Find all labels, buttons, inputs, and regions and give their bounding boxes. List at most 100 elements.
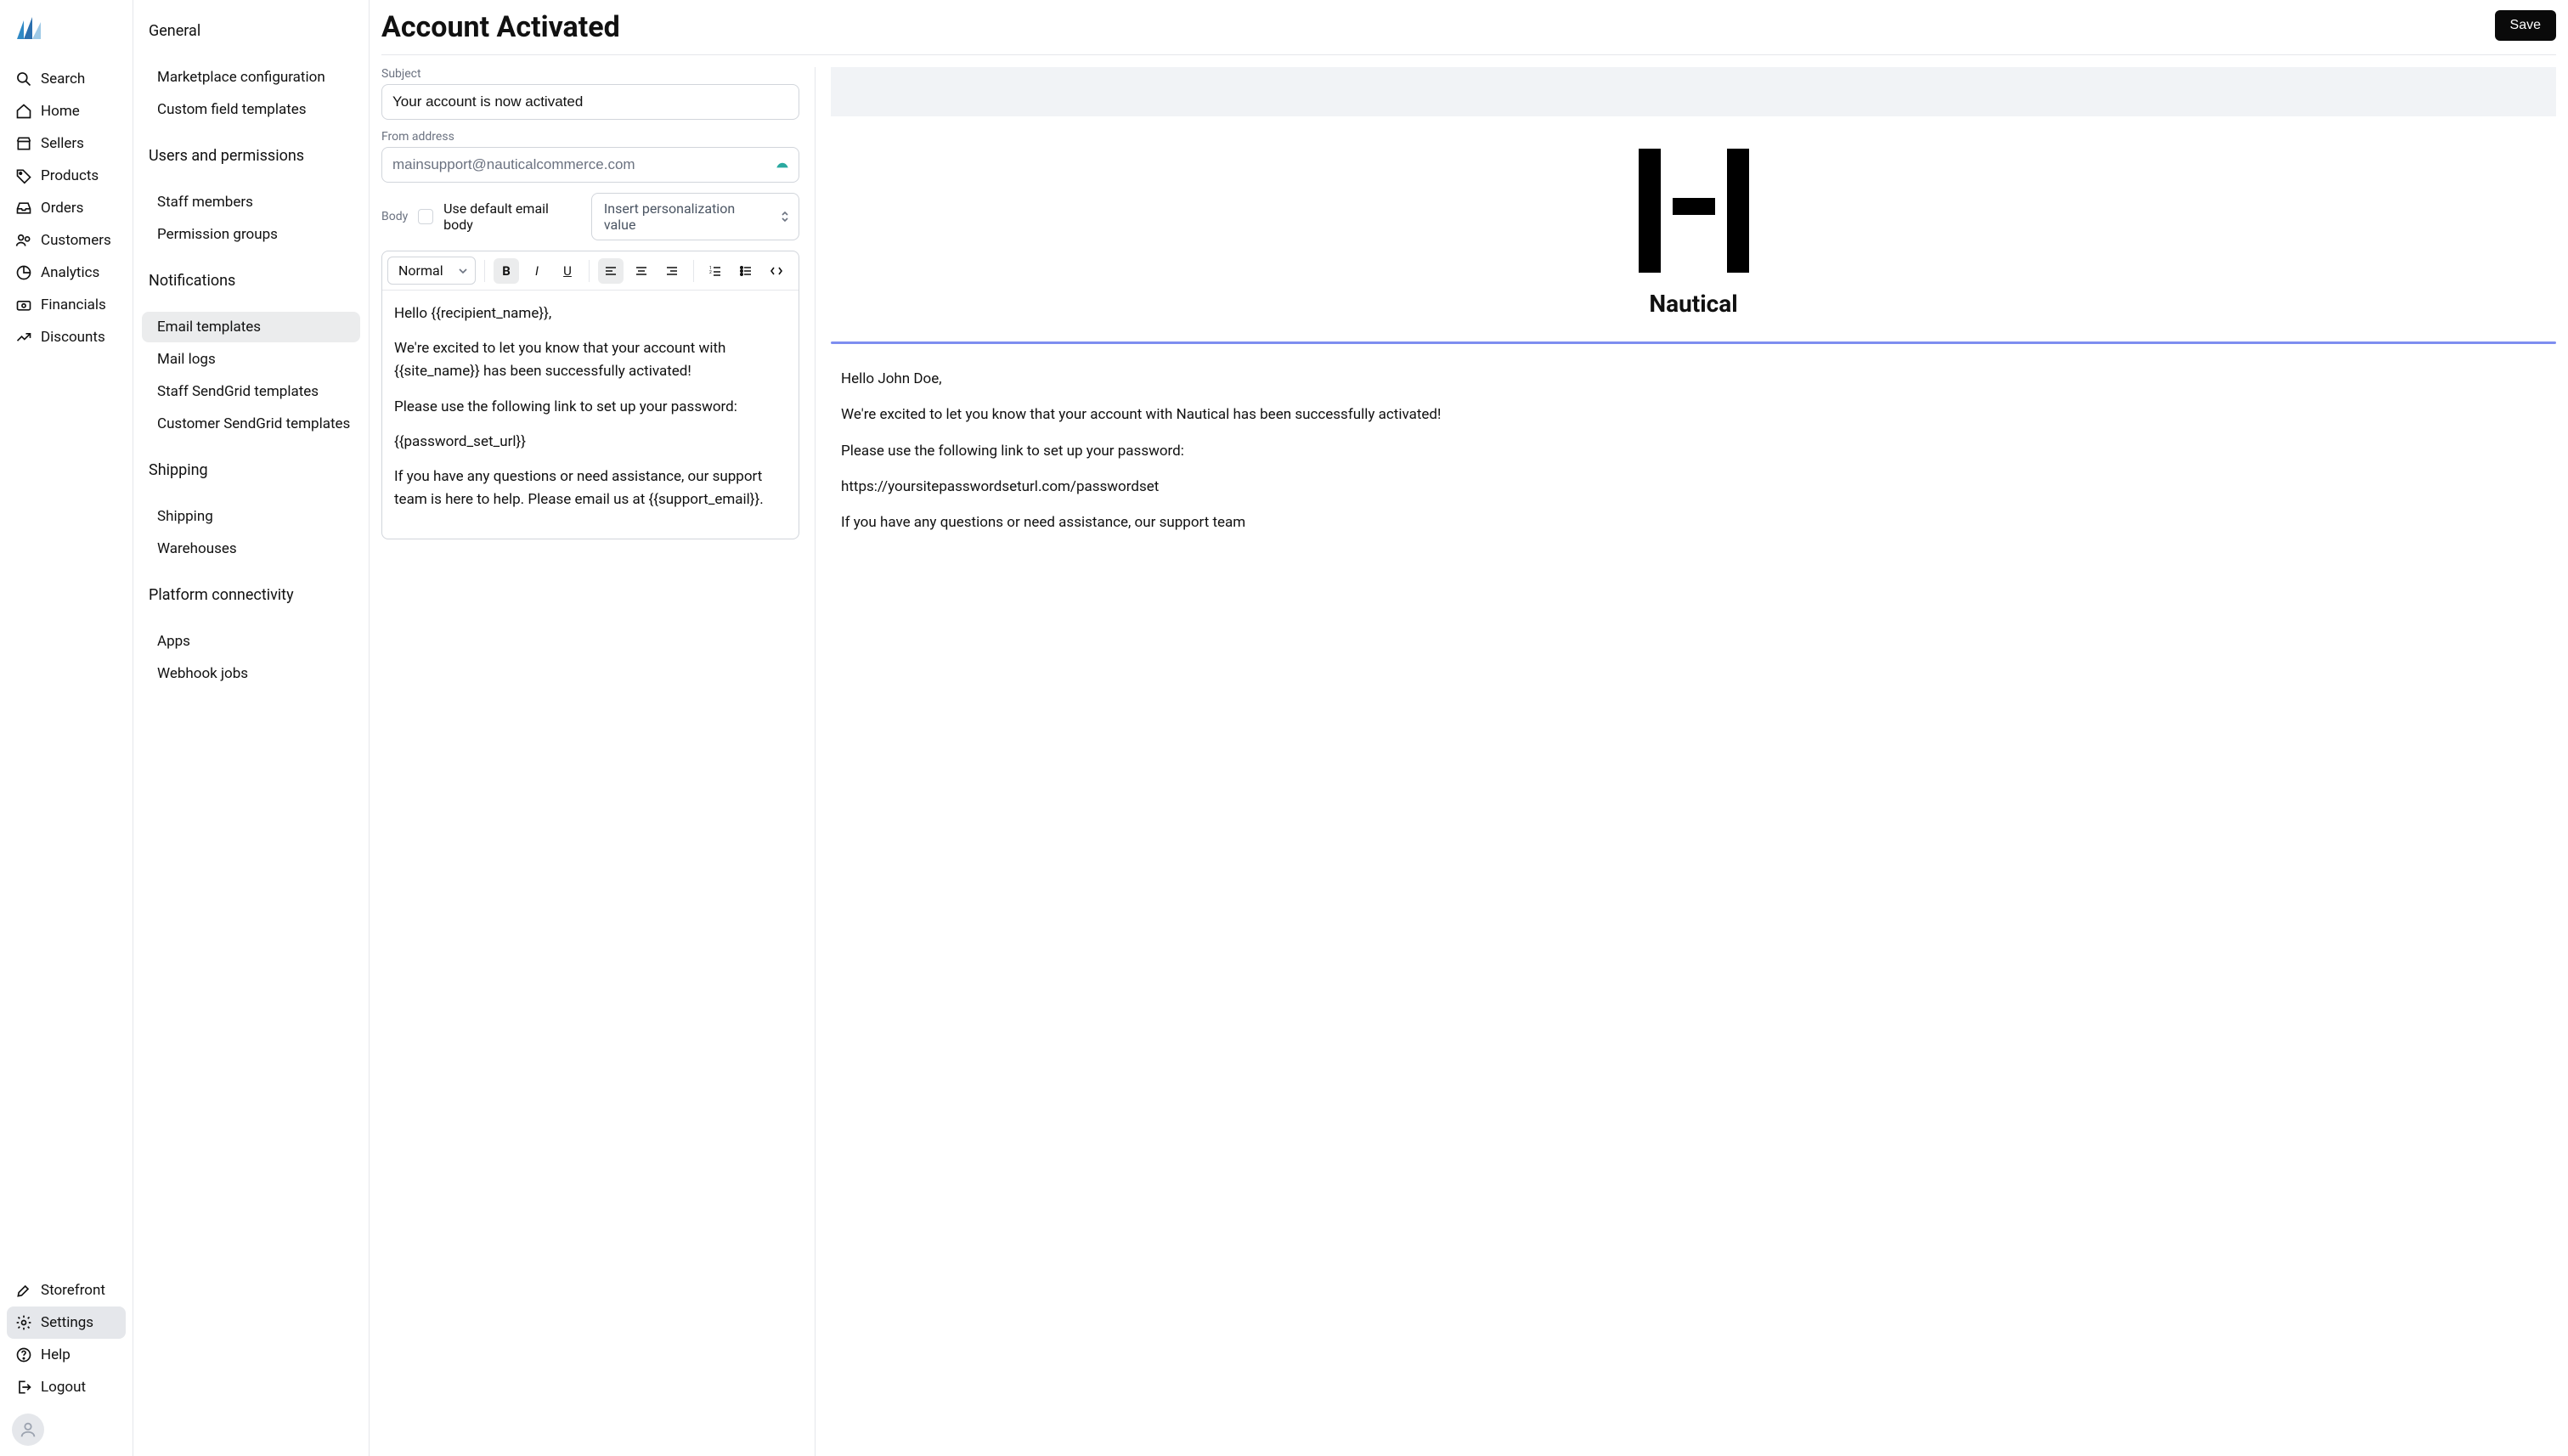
preview-paragraph: We're excited to let you know that your … <box>841 404 2546 426</box>
settings-item-staff-members[interactable]: Staff members <box>142 187 360 217</box>
preview-logo <box>1639 149 1749 273</box>
nav-help[interactable]: Help <box>7 1339 126 1371</box>
align-left-button[interactable] <box>598 258 624 284</box>
settings-group-label: Notifications <box>142 267 360 295</box>
use-default-checkbox[interactable] <box>418 209 433 224</box>
settings-nav: General Marketplace configuration Custom… <box>133 0 370 1456</box>
settings-group-label: Platform connectivity <box>142 581 360 609</box>
app-logo <box>12 14 46 48</box>
format-select[interactable]: Normal <box>387 257 476 285</box>
home-icon <box>15 103 32 120</box>
nav-settings[interactable]: Settings <box>7 1306 126 1339</box>
email-preview: Nautical Hello John Doe, We're excited t… <box>831 67 2556 548</box>
page-header: Account Activated Save <box>381 10 2556 55</box>
settings-item-permission-groups[interactable]: Permission groups <box>142 219 360 250</box>
rich-text-editor: Normal B I U 12 Hell <box>381 251 799 539</box>
nav-analytics[interactable]: Analytics <box>7 257 126 289</box>
nav-label: Orders <box>41 200 83 217</box>
nav-financials[interactable]: Financials <box>7 289 126 321</box>
editor-paragraph: {{password_set_url}} <box>394 431 787 454</box>
chevron-updown-icon <box>780 211 790 223</box>
nav-orders[interactable]: Orders <box>7 192 126 224</box>
use-default-label: Use default email body <box>443 200 581 233</box>
search-icon <box>15 71 32 87</box>
settings-item-webhook-jobs[interactable]: Webhook jobs <box>142 658 360 689</box>
logout-icon <box>15 1379 32 1396</box>
editor-paragraph: We're excited to let you know that your … <box>394 337 787 383</box>
personalization-label: Insert personalization value <box>604 200 735 233</box>
bold-button[interactable]: B <box>494 258 519 284</box>
preview-paragraph: https://yoursitepasswordseturl.com/passw… <box>841 476 2546 498</box>
gear-icon <box>15 1314 32 1331</box>
nav-storefront[interactable]: Storefront <box>7 1274 126 1306</box>
nav-label: Financials <box>41 296 106 313</box>
settings-item-customer-sendgrid[interactable]: Customer SendGrid templates <box>142 409 360 439</box>
settings-item-custom-field-templates[interactable]: Custom field templates <box>142 94 360 125</box>
nav-products[interactable]: Products <box>7 160 126 192</box>
align-right-button[interactable] <box>659 258 685 284</box>
preview-topbar <box>831 67 2556 116</box>
trend-icon <box>15 329 32 346</box>
nav-discounts[interactable]: Discounts <box>7 321 126 353</box>
settings-item-apps[interactable]: Apps <box>142 626 360 657</box>
settings-item-shipping[interactable]: Shipping <box>142 501 360 532</box>
users-icon <box>15 232 32 249</box>
nav-search[interactable]: Search <box>7 63 126 95</box>
preview-paragraph: If you have any questions or need assist… <box>841 511 2546 533</box>
settings-item-email-templates[interactable]: Email templates <box>142 312 360 342</box>
preview-column: Nautical Hello John Doe, We're excited t… <box>815 67 2556 1456</box>
editor-paragraph: Hello {{recipient_name}}, <box>394 302 787 325</box>
primary-nav: Search Home Sellers Products Orders Cust… <box>0 0 133 1456</box>
chevron-down-icon <box>458 266 468 276</box>
editor-body[interactable]: Hello {{recipient_name}}, We're excited … <box>382 291 799 539</box>
nav-label: Home <box>41 103 80 120</box>
nav-customers[interactable]: Customers <box>7 224 126 257</box>
settings-item-marketplace-config[interactable]: Marketplace configuration <box>142 62 360 93</box>
password-manager-icon <box>774 156 791 173</box>
from-input[interactable] <box>381 147 799 183</box>
settings-group-label: Shipping <box>142 456 360 484</box>
ordered-list-button[interactable]: 12 <box>703 258 728 284</box>
settings-group-label: Users and permissions <box>142 142 360 170</box>
chart-icon <box>15 264 32 281</box>
from-label: From address <box>381 130 799 144</box>
nav-sellers[interactable]: Sellers <box>7 127 126 160</box>
nav-label: Sellers <box>41 135 84 152</box>
inbox-icon <box>15 200 32 217</box>
subject-label: Subject <box>381 67 799 81</box>
nav-home[interactable]: Home <box>7 95 126 127</box>
code-button[interactable] <box>764 258 789 284</box>
preview-divider <box>831 341 2556 344</box>
brush-icon <box>15 1282 32 1299</box>
settings-item-warehouses[interactable]: Warehouses <box>142 533 360 564</box>
editor-toolbar: Normal B I U 12 <box>382 251 799 291</box>
nav-label: Settings <box>41 1314 93 1331</box>
subject-input[interactable] <box>381 84 799 120</box>
save-button[interactable]: Save <box>2495 10 2556 41</box>
personalization-select[interactable]: Insert personalization value <box>591 193 799 240</box>
preview-body: Hello John Doe, We're excited to let you… <box>831 368 2556 548</box>
settings-item-mail-logs[interactable]: Mail logs <box>142 344 360 375</box>
settings-item-staff-sendgrid[interactable]: Staff SendGrid templates <box>142 376 360 407</box>
editor-paragraph: Please use the following link to set up … <box>394 396 787 419</box>
format-select-label: Normal <box>398 262 443 279</box>
preview-brand: Nautical <box>1649 290 1737 318</box>
editor-column: Subject From address Body Use default em… <box>381 67 799 1456</box>
nav-label: Search <box>41 71 85 87</box>
underline-button[interactable]: U <box>555 258 580 284</box>
body-label: Body <box>381 210 408 223</box>
money-icon <box>15 296 32 313</box>
nav-label: Customers <box>41 232 111 249</box>
help-icon <box>15 1346 32 1363</box>
preview-paragraph: Please use the following link to set up … <box>841 440 2546 462</box>
bullet-list-button[interactable] <box>733 258 759 284</box>
user-avatar[interactable] <box>12 1414 44 1446</box>
italic-button[interactable]: I <box>524 258 550 284</box>
nav-label: Analytics <box>41 264 99 281</box>
page-title: Account Activated <box>381 10 620 44</box>
nav-label: Logout <box>41 1379 86 1396</box>
align-center-button[interactable] <box>629 258 654 284</box>
svg-text:2: 2 <box>709 270 712 275</box>
nav-logout[interactable]: Logout <box>7 1371 126 1403</box>
nav-label: Discounts <box>41 329 105 346</box>
